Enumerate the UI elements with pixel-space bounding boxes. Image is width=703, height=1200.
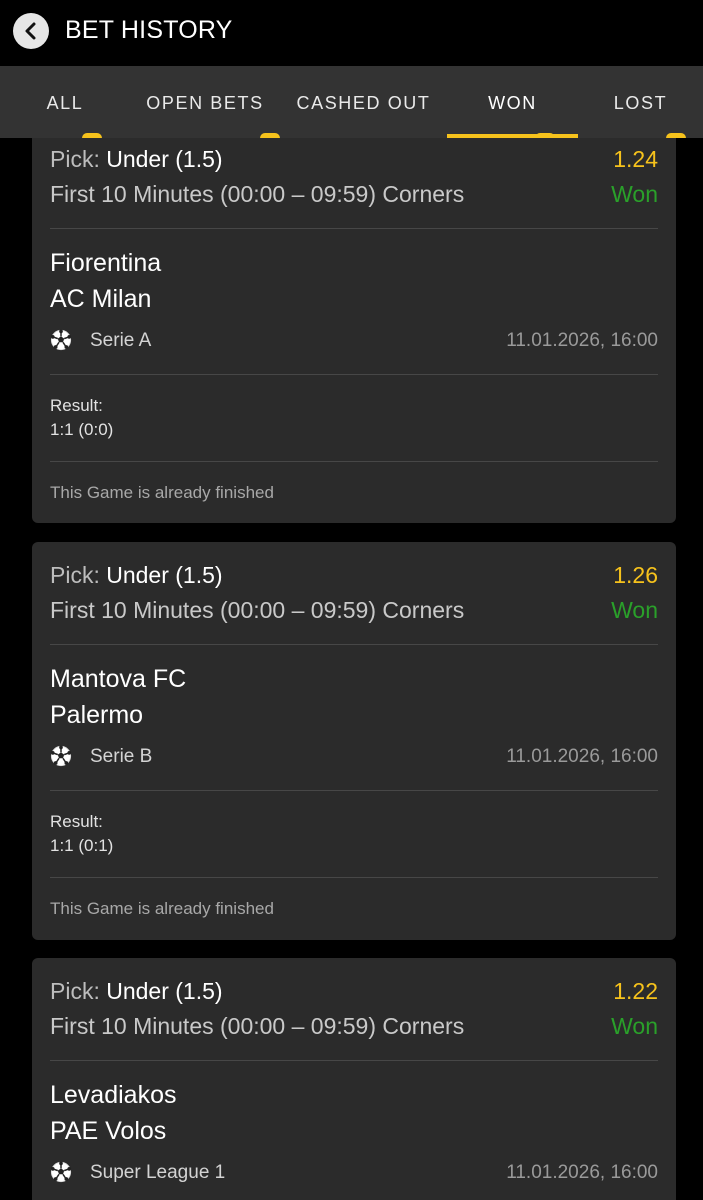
soccer-ball-icon (50, 329, 72, 351)
status-badge: Won (611, 181, 658, 207)
bet-list[interactable]: Pick: Under (1.5) 1.24 First 10 Minutes … (0, 138, 703, 1200)
tab-label: OPEN BETS (146, 92, 264, 113)
pick-prefix: Pick: (50, 978, 100, 1004)
home-team: Levadiakos (50, 1081, 177, 1109)
bet-card[interactable]: Pick: Under (1.5) 1.24 First 10 Minutes … (32, 138, 676, 523)
page-title: BET HISTORY (65, 16, 233, 44)
market-name: First 10 Minutes (00:00 – 09:59) Corners (50, 1013, 465, 1039)
tab-label: CASHED OUT (296, 92, 431, 113)
pick-prefix: Pick: (50, 562, 100, 588)
tab-label: LOST (613, 92, 668, 113)
pick-value: Under (1.5) (106, 978, 223, 1004)
status-badge: Won (611, 597, 658, 623)
event-datetime: 11.01.2026, 16:00 (506, 330, 658, 351)
market-name: First 10 Minutes (00:00 – 09:59) Corners (50, 597, 465, 623)
tab-label: ALL (46, 92, 84, 113)
bet-card[interactable]: Pick: Under (1.5) 1.22 First 10 Minutes … (32, 958, 676, 1200)
game-finished-note: This Game is already finished (50, 899, 274, 918)
result-score: 1:1 (0:0) (50, 420, 114, 439)
tab-lost[interactable]: LOST (578, 66, 703, 138)
league-name: Serie B (90, 746, 153, 767)
tab-bar: ALL 8 OPEN BETS 1 CASHED OUT WON 1 LOST … (0, 66, 703, 157)
league-name: Serie A (90, 330, 152, 351)
pick-line: Pick: Under (1.5) (50, 978, 223, 1005)
odds-value: 1.26 (613, 562, 658, 588)
divider (50, 790, 658, 791)
status-badge: Won (611, 1013, 658, 1039)
soccer-ball-icon (50, 745, 72, 767)
divider (50, 228, 658, 229)
pick-line: Pick: Under (1.5) (50, 562, 223, 589)
event-datetime: 11.01.2026, 16:00 (506, 1162, 658, 1183)
app-header: BET HISTORY (0, 0, 703, 66)
divider (50, 374, 658, 375)
bet-card[interactable]: Pick: Under (1.5) 1.26 First 10 Minutes … (32, 542, 676, 940)
odds-value: 1.22 (613, 978, 658, 1004)
soccer-ball-icon (50, 1161, 72, 1183)
result-label: Result: (50, 812, 103, 831)
divider (50, 644, 658, 645)
divider (50, 1060, 658, 1061)
divider (50, 461, 658, 462)
event-datetime: 11.01.2026, 16:00 (506, 746, 658, 767)
away-team: Palermo (50, 701, 144, 729)
pick-prefix: Pick: (50, 146, 100, 172)
pick-line: Pick: Under (1.5) (50, 146, 223, 173)
tab-won[interactable]: WON (447, 66, 578, 138)
market-name: First 10 Minutes (00:00 – 09:59) Corners (50, 181, 465, 207)
odds-value: 1.24 (613, 146, 658, 172)
chevron-left-icon (25, 22, 36, 40)
pick-value: Under (1.5) (106, 562, 223, 588)
back-button[interactable] (13, 13, 49, 49)
game-finished-note: This Game is already finished (50, 483, 274, 502)
pick-value: Under (1.5) (106, 146, 223, 172)
tab-label: WON (488, 92, 537, 113)
away-team: AC Milan (50, 285, 152, 313)
result-label: Result: (50, 396, 103, 415)
league-name: Super League 1 (90, 1162, 226, 1183)
result-score: 1:1 (0:1) (50, 836, 114, 855)
away-team: PAE Volos (50, 1117, 167, 1145)
tab-all[interactable]: ALL (0, 66, 130, 138)
home-team: Mantova FC (50, 665, 187, 693)
home-team: Fiorentina (50, 249, 162, 277)
tab-cashed-out[interactable]: CASHED OUT (280, 66, 447, 138)
divider (50, 877, 658, 878)
tab-open-bets[interactable]: OPEN BETS (130, 66, 280, 138)
